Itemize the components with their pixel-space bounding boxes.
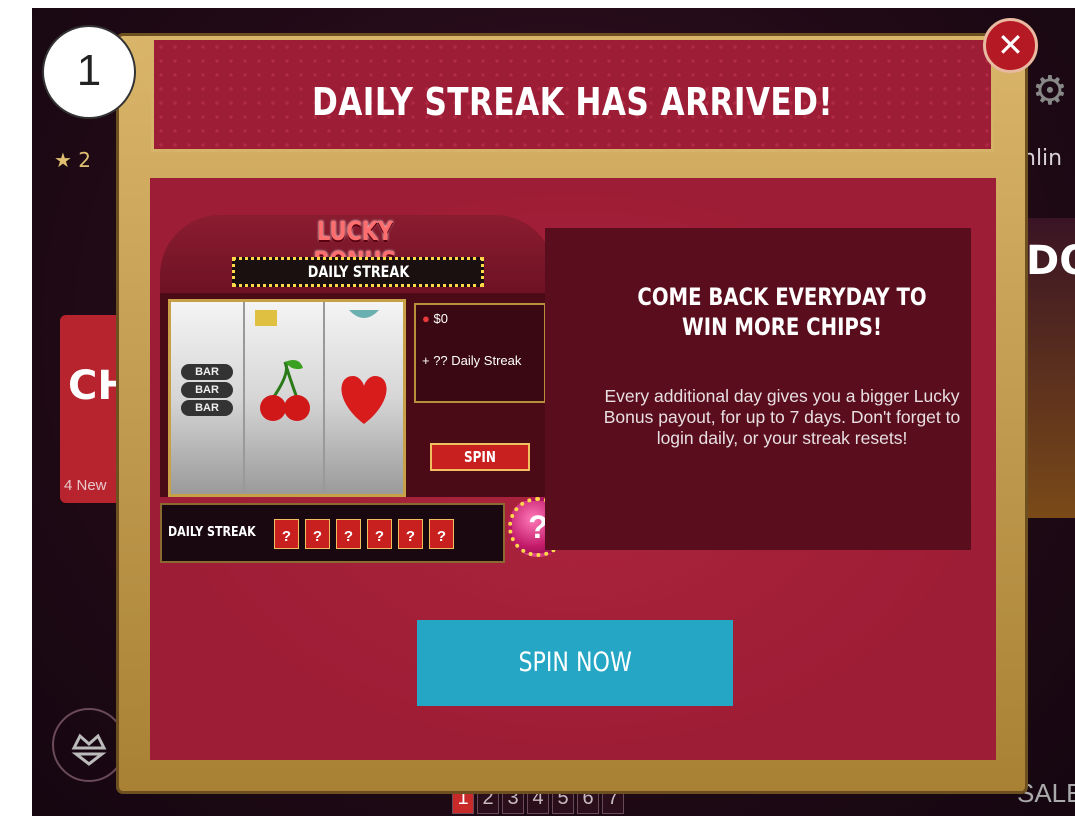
marquee-text: DAILY STREAK [307, 262, 409, 281]
spin-now-label: SPIN NOW [518, 647, 632, 678]
streak-day-4: ? [367, 519, 392, 549]
bar-symbol: BAR [181, 364, 233, 380]
bar-symbol: BAR [181, 400, 233, 416]
online-label: nlin [1022, 146, 1063, 171]
close-icon[interactable]: ✕ [983, 18, 1038, 73]
step-number-badge: 1 [42, 25, 136, 119]
streak-day-5: ? [398, 519, 423, 549]
description: Every additional day gives you a bigger … [603, 386, 961, 448]
sale-label[interactable]: SALE [1017, 778, 1075, 809]
reel-heart [325, 302, 403, 494]
vip-crown-icon[interactable] [52, 708, 126, 782]
settings-icon[interactable]: ⚙ [1032, 68, 1068, 114]
heart-icon [341, 310, 387, 424]
headline: COME BACK EVERYDAY TO WIN MORE CHIPS! [637, 283, 927, 341]
bonus-info-box: ● $0 + ?? Daily Streak [414, 303, 546, 403]
spin-now-button[interactable]: SPIN NOW [417, 620, 733, 706]
cherry-icon [255, 310, 310, 421]
slot-spin-button[interactable]: SPIN [430, 443, 530, 471]
daily-streak-tracker: DAILY STREAK ? ? ? ? ? ? [160, 503, 505, 563]
streak-day-3: ? [336, 519, 361, 549]
streak-day-2: ? [305, 519, 330, 549]
daily-streak-bonus: + ?? Daily Streak [422, 353, 522, 368]
reel-cherry [245, 302, 325, 494]
bar-symbol: BAR [181, 382, 233, 398]
modal-title: DAILY STREAK HAS ARRIVED! [312, 80, 833, 124]
slot-spin-label: SPIN [464, 448, 496, 466]
streak-day-1: ? [274, 519, 299, 549]
streak-days: ? ? ? ? ? ? [274, 519, 454, 549]
background-card-subtitle: 4 New [64, 477, 107, 494]
chip-amount-value: $0 [433, 311, 448, 326]
background-card-title-right: DOT [1026, 238, 1075, 284]
reel-bar: BAR BAR BAR [171, 302, 245, 494]
daily-streak-marquee: DAILY STREAK [232, 257, 484, 287]
slot-reels: BAR BAR BAR [168, 299, 406, 497]
streak-label: DAILY STREAK [168, 525, 256, 540]
modal-header: DAILY STREAK HAS ARRIVED! [151, 40, 994, 152]
streak-day-6: ? [429, 519, 454, 549]
lucky-bonus-slot-machine: LUCKY BONUS DAILY STREAK BAR BAR BAR [160, 215, 588, 565]
chip-amount: ● $0 [422, 311, 540, 326]
chip-icon: ● [422, 311, 430, 326]
player-level: ★ 2 [54, 148, 92, 172]
